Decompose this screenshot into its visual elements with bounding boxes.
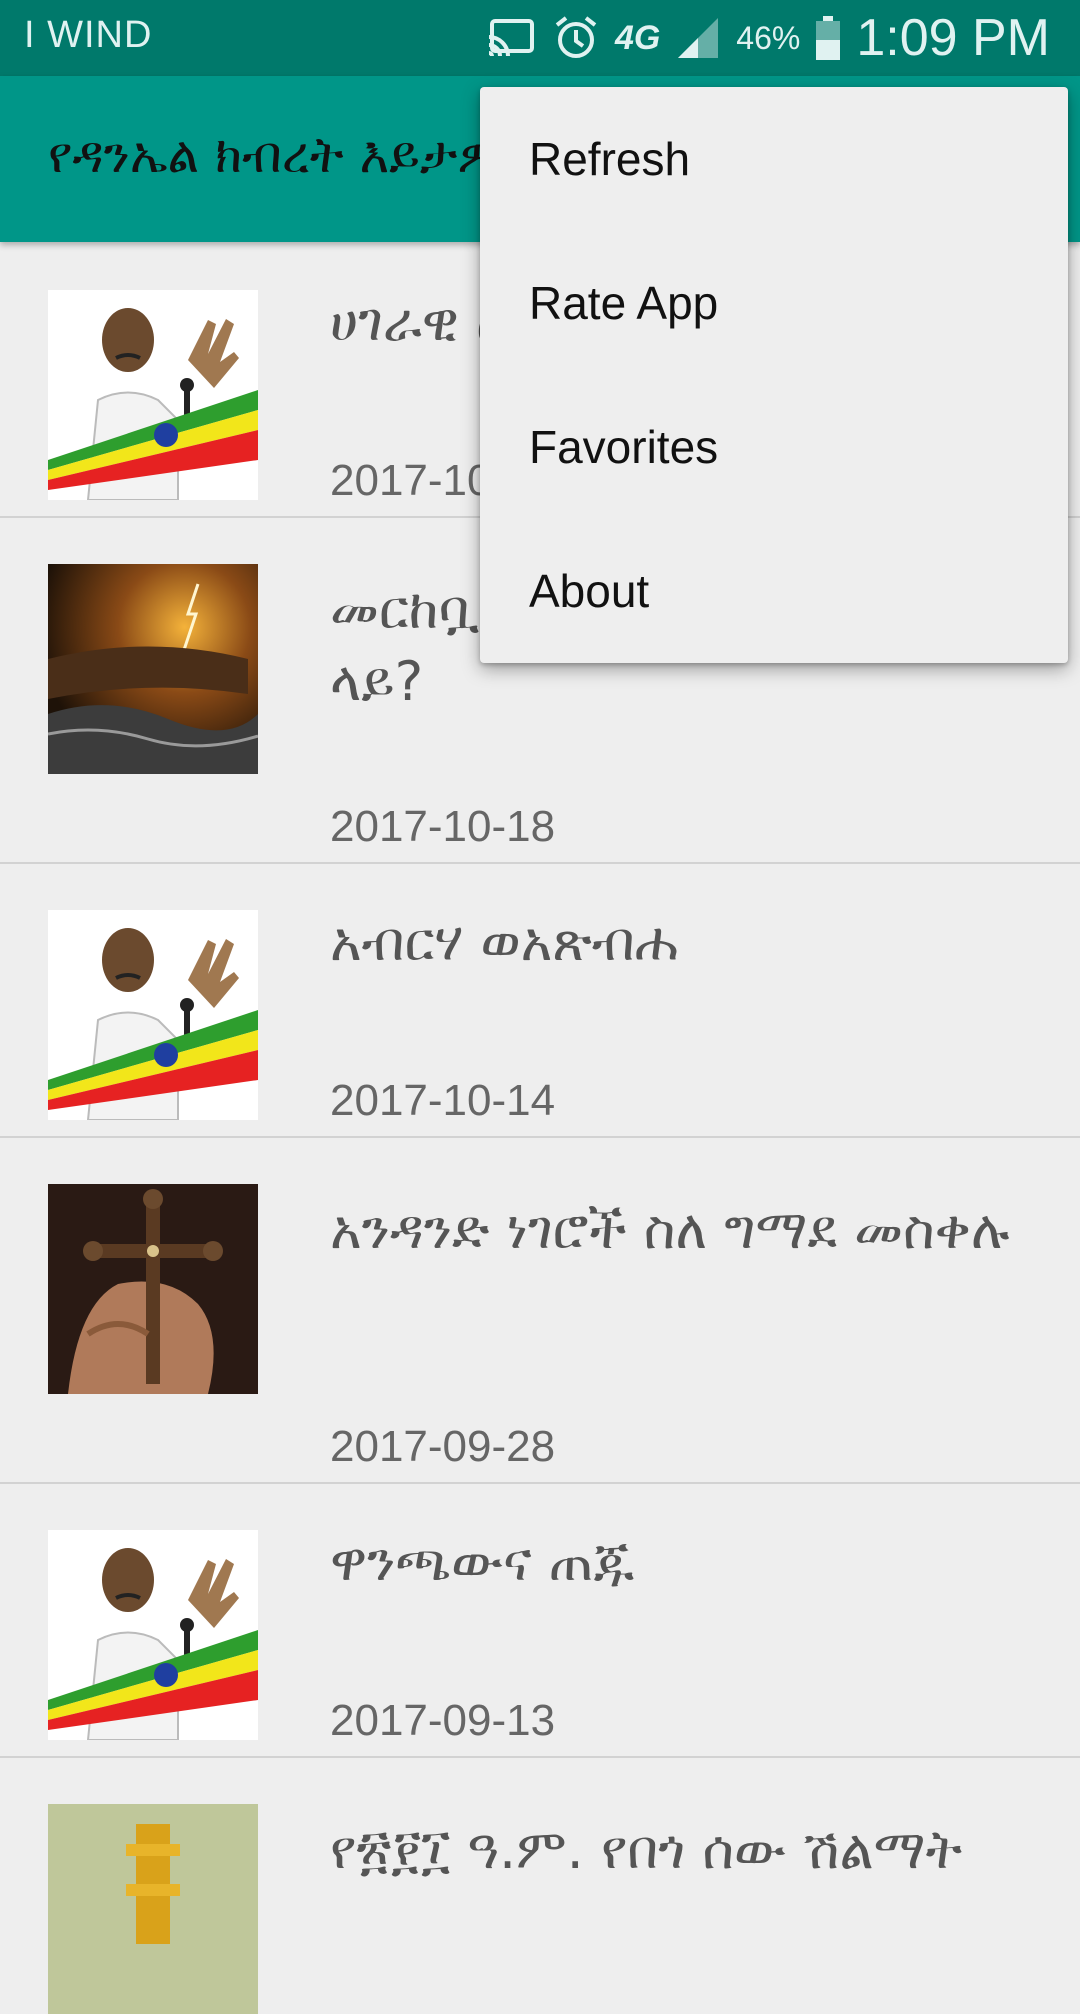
clock: 1:09 PM [856, 9, 1050, 67]
speaker-flag-icon [48, 290, 258, 500]
list-item[interactable]: ዋንጫውና ጠጁ 2017-09-13 [0, 1484, 1080, 1758]
post-date: 2017-10-14 [330, 1076, 556, 1125]
network-type-label: 4G [614, 18, 661, 57]
post-title: አንዳንድ ነገሮች ስለ ግማደ መስቀሉ [330, 1198, 1010, 1261]
speaker-flag-icon [48, 910, 258, 1120]
menu-item-rate-app[interactable]: Rate App [480, 231, 1068, 375]
post-title: ዋንጫውና ጠጁ [330, 1530, 635, 1593]
status-icons: 4G 46% 1:09 PM [485, 9, 1050, 67]
signal-icon [678, 18, 719, 58]
carrier-label: I WIND [24, 14, 153, 56]
alarm-icon [555, 16, 597, 58]
post-date: 2017-10-18 [330, 802, 556, 851]
post-title: የ፳፻፲ ዓ.ም. የበጎ ሰው ሽልማት [330, 1818, 963, 1881]
award-image [48, 1804, 258, 2014]
battery-percent: 46% [736, 19, 801, 56]
app-title: የዳንኤል ክብረት እይታዎች [48, 126, 528, 184]
menu-item-refresh[interactable]: Refresh [480, 87, 1068, 231]
overflow-menu: Refresh Rate App Favorites About [480, 87, 1068, 663]
stormy-ark-image [48, 564, 258, 774]
cast-icon [488, 19, 534, 57]
speaker-flag-icon [48, 1530, 258, 1740]
menu-item-favorites[interactable]: Favorites [480, 375, 1068, 519]
post-date: 2017-09-28 [330, 1422, 556, 1471]
battery-icon [816, 16, 841, 60]
post-title: አብርሃ ወአጽብሐ [330, 910, 679, 973]
hand-cross-image [48, 1184, 258, 1394]
menu-item-about[interactable]: About [480, 519, 1068, 663]
list-item[interactable]: የ፳፻፲ ዓ.ም. የበጎ ሰው ሽልማት [0, 1758, 1080, 2014]
post-date: 2017-09-13 [330, 1696, 556, 1745]
list-item[interactable]: አንዳንድ ነገሮች ስለ ግማደ መስቀሉ 2017-09-28 [0, 1138, 1080, 1484]
status-bar: I WIND 4G 46% 1:09 PM [0, 0, 1080, 76]
list-item[interactable]: አብርሃ ወአጽብሐ 2017-10-14 [0, 864, 1080, 1138]
